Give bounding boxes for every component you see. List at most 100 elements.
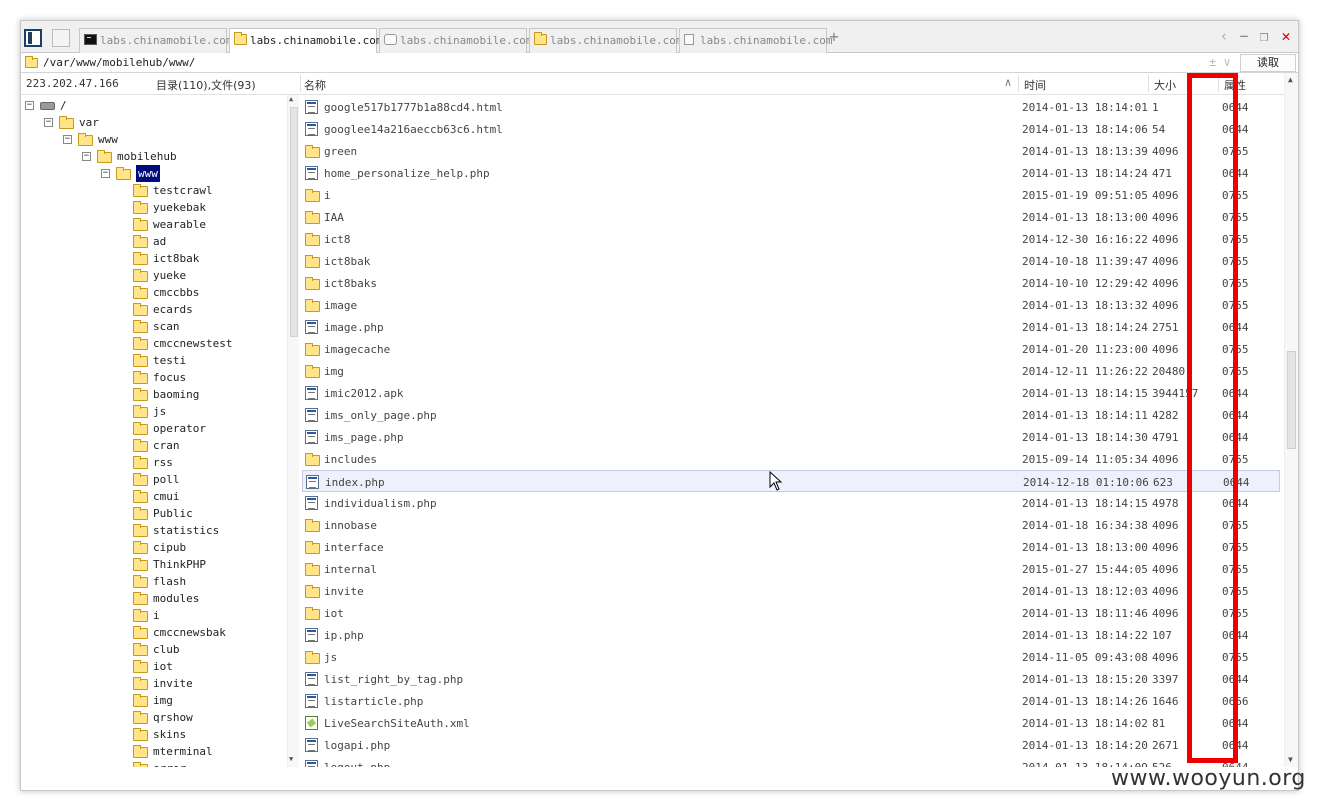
tree-item[interactable]: baoming — [21, 386, 287, 403]
tree-item[interactable]: operator — [21, 420, 287, 437]
column-header-size[interactable]: 大小 — [1154, 77, 1176, 93]
tree-item[interactable]: skins — [21, 726, 287, 743]
tab-1[interactable]: labs.chinamobile.com — [79, 28, 232, 53]
file-row[interactable]: imic2012.apk 2014-01-13 18:14:15 3944157 06… — [302, 382, 1280, 404]
tree-scroll-thumb[interactable] — [290, 107, 298, 337]
tree-item[interactable]: js — [21, 403, 287, 420]
tree-item[interactable]: cmccnewsbak — [21, 624, 287, 641]
file-row[interactable]: invite 2014-01-13 18:12:03 4096 0755 — [302, 580, 1280, 602]
tree-item[interactable]: error — [21, 760, 287, 767]
file-row[interactable]: googlee14a216aeccb63c6.html 2014-01-13 18… — [302, 118, 1280, 140]
file-row[interactable]: imagecache 2014-01-20 11:23:00 4096 0755 — [302, 338, 1280, 360]
file-row[interactable]: js 2014-11-05 09:43:08 4096 0755 — [302, 646, 1280, 668]
tab-2[interactable]: labs.chinamobile.com — [229, 28, 382, 54]
scroll-down-icon[interactable]: ▼ — [1288, 755, 1293, 764]
tree-item[interactable]: rss — [21, 454, 287, 471]
read-button[interactable]: 读取 — [1240, 54, 1296, 72]
tab-4[interactable]: labs.chinamobile.com — [529, 28, 682, 53]
column-divider[interactable] — [300, 75, 301, 92]
file-row[interactable]: internal 2015-01-27 15:44:05 4096 0755 — [302, 558, 1280, 580]
tree-scrollbar[interactable]: ▲ ▼ — [287, 95, 299, 767]
tree-item[interactable]: testi — [21, 352, 287, 369]
file-row[interactable]: LiveSearchSiteAuth.xml 2014-01-13 18:14:0… — [302, 712, 1280, 734]
collapse-icon[interactable]: − — [82, 152, 91, 161]
column-header-time[interactable]: 时间 — [1024, 77, 1046, 93]
collapse-icon[interactable]: − — [63, 135, 72, 144]
file-row[interactable]: ict8 2014-12-30 16:16:22 4096 0755 — [302, 228, 1280, 250]
tree-item[interactable]: invite — [21, 675, 287, 692]
maximize-button[interactable]: ❐ — [1255, 27, 1273, 45]
add-tab-button[interactable]: + — [826, 29, 842, 46]
column-header-name[interactable]: 名称 — [304, 77, 326, 93]
file-row[interactable]: ict8bak 2014-10-18 11:39:47 4096 0755 — [302, 250, 1280, 272]
tree-item[interactable]: focus — [21, 369, 287, 386]
tree-item[interactable]: yueke — [21, 267, 287, 284]
tree-item[interactable]: cipub — [21, 539, 287, 556]
file-row[interactable]: includes 2015-09-14 11:05:34 4096 0755 — [302, 448, 1280, 470]
file-row[interactable]: i 2015-01-19 09:51:05 4096 0755 — [302, 184, 1280, 206]
scroll-down-icon[interactable]: ▼ — [289, 755, 293, 763]
collapse-icon[interactable]: − — [44, 118, 53, 127]
file-row[interactable]: image.php 2014-01-13 18:14:24 2751 0644 — [302, 316, 1280, 338]
file-list-scrollbar[interactable]: ▲ ▼ — [1284, 73, 1298, 767]
file-row[interactable]: image 2014-01-13 18:13:32 4096 0755 — [302, 294, 1280, 316]
tree-item[interactable]: flash — [21, 573, 287, 590]
tree-item[interactable]: i — [21, 607, 287, 624]
path-input[interactable]: /var/www/mobilehub/www/ — [43, 56, 195, 69]
tree-item[interactable]: yuekebak — [21, 199, 287, 216]
file-row[interactable]: logapi.php 2014-01-13 18:14:20 2671 0644 — [302, 734, 1280, 756]
file-row[interactable]: google517b1777b1a88cd4.html 2014-01-13 18… — [302, 96, 1280, 118]
tree-item[interactable]: statistics — [21, 522, 287, 539]
file-row[interactable]: listarticle.php 2014-01-13 18:14:26 1646 06… — [302, 690, 1280, 712]
tree-item[interactable]: − www — [21, 165, 287, 182]
file-row[interactable]: IAA 2014-01-13 18:13:00 4096 0755 — [302, 206, 1280, 228]
tree-item[interactable]: img — [21, 692, 287, 709]
tree-item[interactable]: − / — [21, 97, 287, 114]
file-row[interactable]: home_personalize_help.php 2014-01-13 18:1… — [302, 162, 1280, 184]
tree-item[interactable]: − var — [21, 114, 287, 131]
file-list-scroll-thumb[interactable] — [1287, 351, 1296, 449]
panel-toggle-icon[interactable] — [24, 29, 42, 47]
tree-item[interactable]: ecards — [21, 301, 287, 318]
file-row[interactable]: ict8baks 2014-10-10 12:29:42 4096 0755 — [302, 272, 1280, 294]
file-row[interactable]: img 2014-12-11 11:26:22 20480 0755 — [302, 360, 1280, 382]
tree-item[interactable]: mterminal — [21, 743, 287, 760]
file-row[interactable]: index.php 2014-12-18 01:10:06 623 0644 — [302, 470, 1280, 492]
file-row[interactable]: iot 2014-01-13 18:11:46 4096 0755 — [302, 602, 1280, 624]
tree-item[interactable]: qrshow — [21, 709, 287, 726]
close-button[interactable]: ✕ — [1277, 27, 1295, 45]
file-row[interactable]: innobase 2014-01-18 16:34:38 4096 0755 — [302, 514, 1280, 536]
tree-item[interactable]: ThinkPHP — [21, 556, 287, 573]
tree-item[interactable]: cmccnewstest — [21, 335, 287, 352]
tree-item[interactable]: poll — [21, 471, 287, 488]
scroll-up-icon[interactable]: ▲ — [289, 95, 293, 103]
file-row[interactable]: green 2014-01-13 18:13:39 4096 0755 — [302, 140, 1280, 162]
column-divider[interactable] — [1148, 75, 1149, 92]
tree-item[interactable]: cran — [21, 437, 287, 454]
file-row[interactable]: interface 2014-01-13 18:13:00 4096 0755 — [302, 536, 1280, 558]
tree-item[interactable]: testcrawl — [21, 182, 287, 199]
tab-3[interactable]: labs.chinamobile.com — [379, 28, 532, 53]
tree-item[interactable]: ict8bak — [21, 250, 287, 267]
tree-item[interactable]: Public — [21, 505, 287, 522]
tree-item[interactable]: ad — [21, 233, 287, 250]
tab-5[interactable]: labs.chinamobile.com — [679, 28, 832, 53]
tree-item[interactable]: scan — [21, 318, 287, 335]
tree-item[interactable]: modules — [21, 590, 287, 607]
tree-item[interactable]: − mobilehub — [21, 148, 287, 165]
back-icon[interactable]: ‹ — [1215, 27, 1233, 45]
file-row[interactable]: ims_page.php 2014-01-13 18:14:30 4791 0644 — [302, 426, 1280, 448]
tree-item[interactable]: − www — [21, 131, 287, 148]
file-row[interactable]: individualism.php 2014-01-13 18:14:15 4978… — [302, 492, 1280, 514]
scroll-up-icon[interactable]: ▲ — [1288, 75, 1293, 84]
file-row[interactable]: ip.php 2014-01-13 18:14:22 107 0644 — [302, 624, 1280, 646]
tree-item[interactable]: cmui — [21, 488, 287, 505]
tree-item[interactable]: wearable — [21, 216, 287, 233]
tree-item[interactable]: cmccbbs — [21, 284, 287, 301]
column-divider[interactable] — [1018, 75, 1019, 92]
path-tools-icon[interactable]: ± ∨ — [1209, 55, 1231, 69]
minimize-button[interactable]: − — [1235, 27, 1253, 45]
tree-item[interactable]: club — [21, 641, 287, 658]
new-session-icon[interactable] — [52, 29, 70, 47]
file-row[interactable]: ims_only_page.php 2014-01-13 18:14:11 4282… — [302, 404, 1280, 426]
